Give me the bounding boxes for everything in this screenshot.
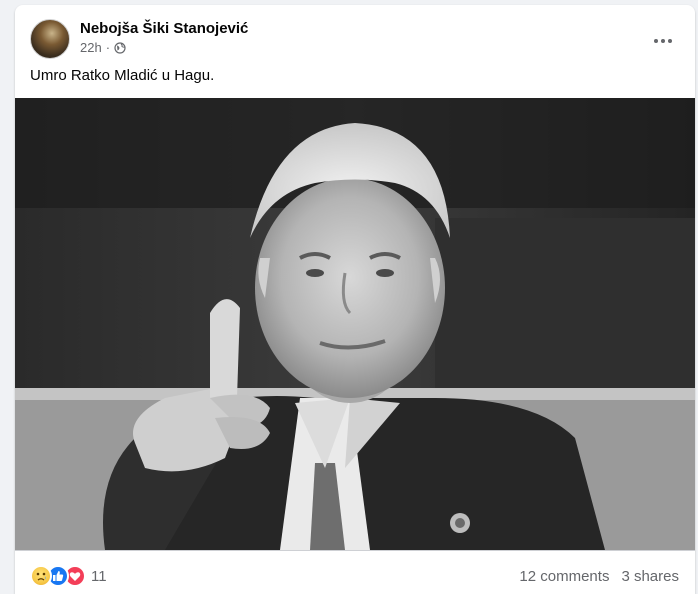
post-photo[interactable] xyxy=(15,98,695,550)
post-timestamp[interactable]: 22h xyxy=(80,40,102,55)
post-text: Umro Ratko Mladić u Hagu. xyxy=(30,67,215,84)
sad-reaction-icon xyxy=(30,565,52,587)
meta-separator: · xyxy=(105,40,111,55)
globe-icon[interactable] xyxy=(114,41,126,54)
shares-count-link[interactable]: 3 shares xyxy=(621,568,679,585)
author-avatar[interactable] xyxy=(30,19,70,59)
comments-count-link[interactable]: 12 comments xyxy=(519,568,609,585)
post-meta: 22h · xyxy=(80,40,126,55)
author-name[interactable]: Nebojša Šiki Stanojević xyxy=(80,20,248,37)
post-header: Nebojša Šiki Stanojević 22h · xyxy=(15,5,695,65)
post-footer: 11 12 comments 3 shares xyxy=(15,550,695,594)
post-stats: 12 comments 3 shares xyxy=(519,568,679,585)
more-options-icon[interactable] xyxy=(645,23,681,59)
reactions-summary[interactable]: 11 xyxy=(30,565,107,587)
post-card: Nebojša Šiki Stanojević 22h · Umro Ratko… xyxy=(15,5,695,594)
reaction-count: 11 xyxy=(91,567,107,585)
